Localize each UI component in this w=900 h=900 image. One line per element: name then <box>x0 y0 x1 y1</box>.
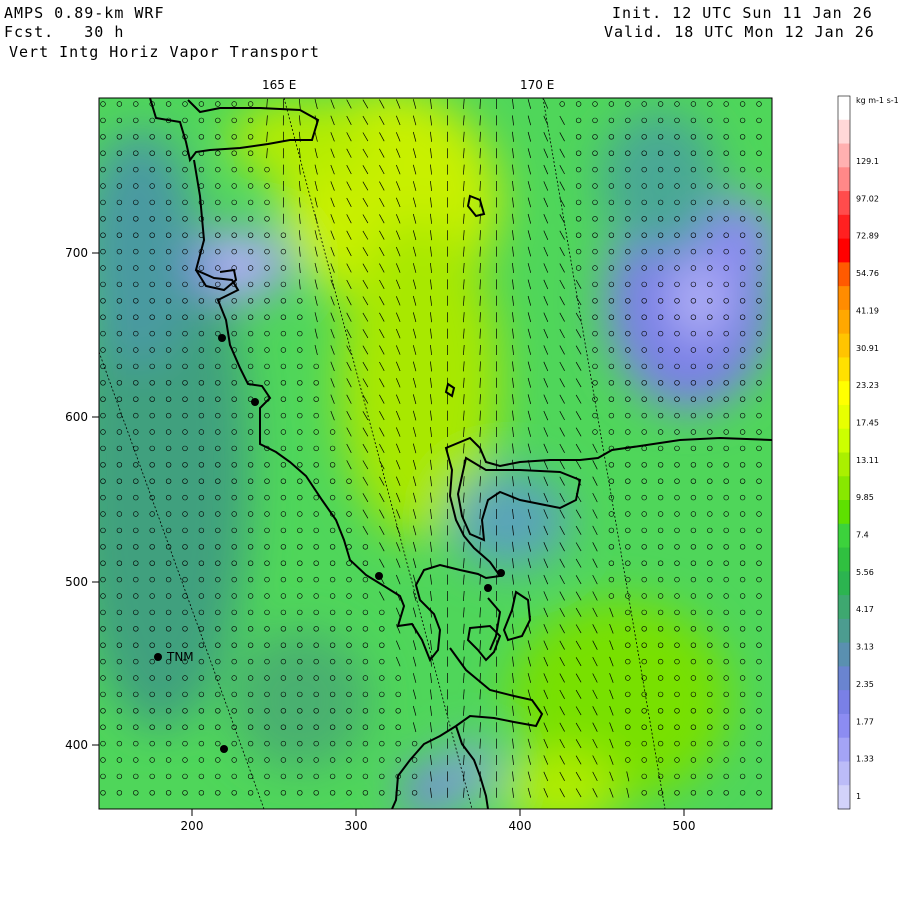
y-tick-label: 700 <box>65 246 88 260</box>
colorbar-label: 23.23 <box>856 381 879 390</box>
colorbar-swatch <box>838 119 850 145</box>
colorbar-label: 4.17 <box>856 605 874 614</box>
colorbar-swatch <box>838 262 850 287</box>
colorbar-swatch <box>838 191 850 216</box>
y-axis-ticks <box>92 252 99 746</box>
colorbar-swatch <box>838 167 850 192</box>
station-dot <box>484 584 492 592</box>
y-tick-label: 500 <box>65 575 88 589</box>
colorbar <box>837 95 851 810</box>
station-dot <box>251 398 259 406</box>
colorbar-units: kg m-1 s-1 <box>856 96 899 105</box>
colorbar-label: 1.33 <box>856 755 874 764</box>
colorbar-label: 72.89 <box>856 232 879 241</box>
colorbar-swatch <box>838 618 850 644</box>
station-dot <box>154 653 162 661</box>
colorbar-swatch <box>838 143 850 168</box>
station-dot <box>375 572 383 580</box>
colorbar-swatch <box>838 523 850 549</box>
colorbar-swatch <box>838 571 850 596</box>
x-tick-label: 500 <box>673 819 696 833</box>
colorbar-label: 9.85 <box>856 493 874 502</box>
colorbar-label: 41.19 <box>856 306 879 315</box>
colorbar-swatch <box>838 476 850 501</box>
station-dot <box>218 334 226 342</box>
colorbar-swatch <box>838 761 850 786</box>
colorbar-label: 13.11 <box>856 456 879 465</box>
x-tick-label: 200 <box>181 819 204 833</box>
colorbar-label: 1.77 <box>856 717 874 726</box>
colorbar-swatch <box>838 500 850 525</box>
colorbar-swatch <box>838 642 850 667</box>
colorbar-label: 129.1 <box>856 157 879 166</box>
lon-label-170: 170 E <box>520 78 554 92</box>
colorbar-swatch <box>838 690 850 715</box>
colorbar-label: 5.56 <box>856 568 874 577</box>
y-tick-label: 400 <box>65 738 88 752</box>
station-dot <box>497 569 505 577</box>
colorbar-label: 7.4 <box>856 531 869 540</box>
colorbar-swatch <box>838 96 850 121</box>
station-label-tnm: TNM <box>166 650 194 664</box>
colorbar-label: 2.35 <box>856 680 874 689</box>
colorbar-swatch <box>838 381 850 406</box>
ivt-field: TNM <box>99 98 772 809</box>
colorbar-swatch <box>838 309 850 335</box>
colorbar-labels: 129.197.0272.8954.7641.1930.9123.2317.45… <box>856 157 879 801</box>
colorbar-swatch <box>838 595 850 620</box>
colorbar-swatch <box>838 428 850 453</box>
colorbar-swatch <box>838 214 850 240</box>
x-tick-label: 300 <box>345 819 368 833</box>
colorbar-swatch <box>838 333 850 358</box>
colorbar-swatch <box>838 286 850 311</box>
colorbar-swatch <box>838 404 850 430</box>
colorbar-label: 3.13 <box>856 643 874 652</box>
lon-label-165: 165 E <box>262 78 296 92</box>
colorbar-label: 97.02 <box>856 194 879 203</box>
colorbar-label: 17.45 <box>856 419 879 428</box>
colorbar-swatch <box>838 785 850 810</box>
colorbar-swatch <box>838 547 850 572</box>
station-dot <box>220 745 228 753</box>
map-figure: TNM 165 E 170 E 200 300 400 500 700 600 … <box>65 78 899 833</box>
colorbar-swatch <box>838 666 850 691</box>
x-axis-ticks <box>191 809 685 816</box>
colorbar-label: 54.76 <box>856 269 879 278</box>
x-tick-label: 400 <box>509 819 532 833</box>
y-tick-label: 600 <box>65 410 88 424</box>
colorbar-swatch <box>838 452 850 477</box>
colorbar-label: 30.91 <box>856 344 879 353</box>
colorbar-label: 1 <box>856 792 861 801</box>
colorbar-swatch <box>838 713 850 739</box>
colorbar-swatch <box>838 357 850 382</box>
colorbar-swatch <box>838 737 850 762</box>
colorbar-swatch <box>838 238 850 263</box>
